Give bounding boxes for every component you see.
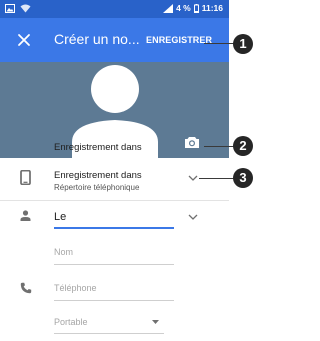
callout-1: 1 <box>233 34 253 54</box>
status-bar: 4 % 11:16 <box>0 0 229 18</box>
page-title: Créer un no... <box>54 31 140 47</box>
callout-2: 2 <box>233 136 253 156</box>
image-notification-icon <box>5 4 15 13</box>
callout-3: 3 <box>233 168 253 188</box>
callout-3-leader <box>199 178 234 179</box>
phone-device-icon <box>20 170 31 185</box>
callout-1-leader <box>204 43 234 44</box>
clock: 11:16 <box>201 3 223 13</box>
battery-icon <box>193 3 199 13</box>
battery-percent: 4 % <box>176 3 191 13</box>
camera-icon[interactable] <box>184 136 200 149</box>
callout-2-leader <box>204 146 234 147</box>
phone-screen: 4 % 11:16 Créer un no... ENREGISTRER Enr… <box>0 0 229 341</box>
save-location-label: Enregistrement dans <box>54 142 142 153</box>
wifi-icon <box>20 4 31 13</box>
app-bar: Créer un no... ENREGISTRER <box>0 18 229 62</box>
status-bar-notifications <box>5 4 31 13</box>
close-icon <box>18 34 30 46</box>
close-button[interactable] <box>14 30 34 50</box>
status-bar-system: 4 % 11:16 <box>163 3 223 13</box>
signal-icon <box>163 3 174 13</box>
save-button[interactable]: ENREGISTRER <box>146 35 212 45</box>
